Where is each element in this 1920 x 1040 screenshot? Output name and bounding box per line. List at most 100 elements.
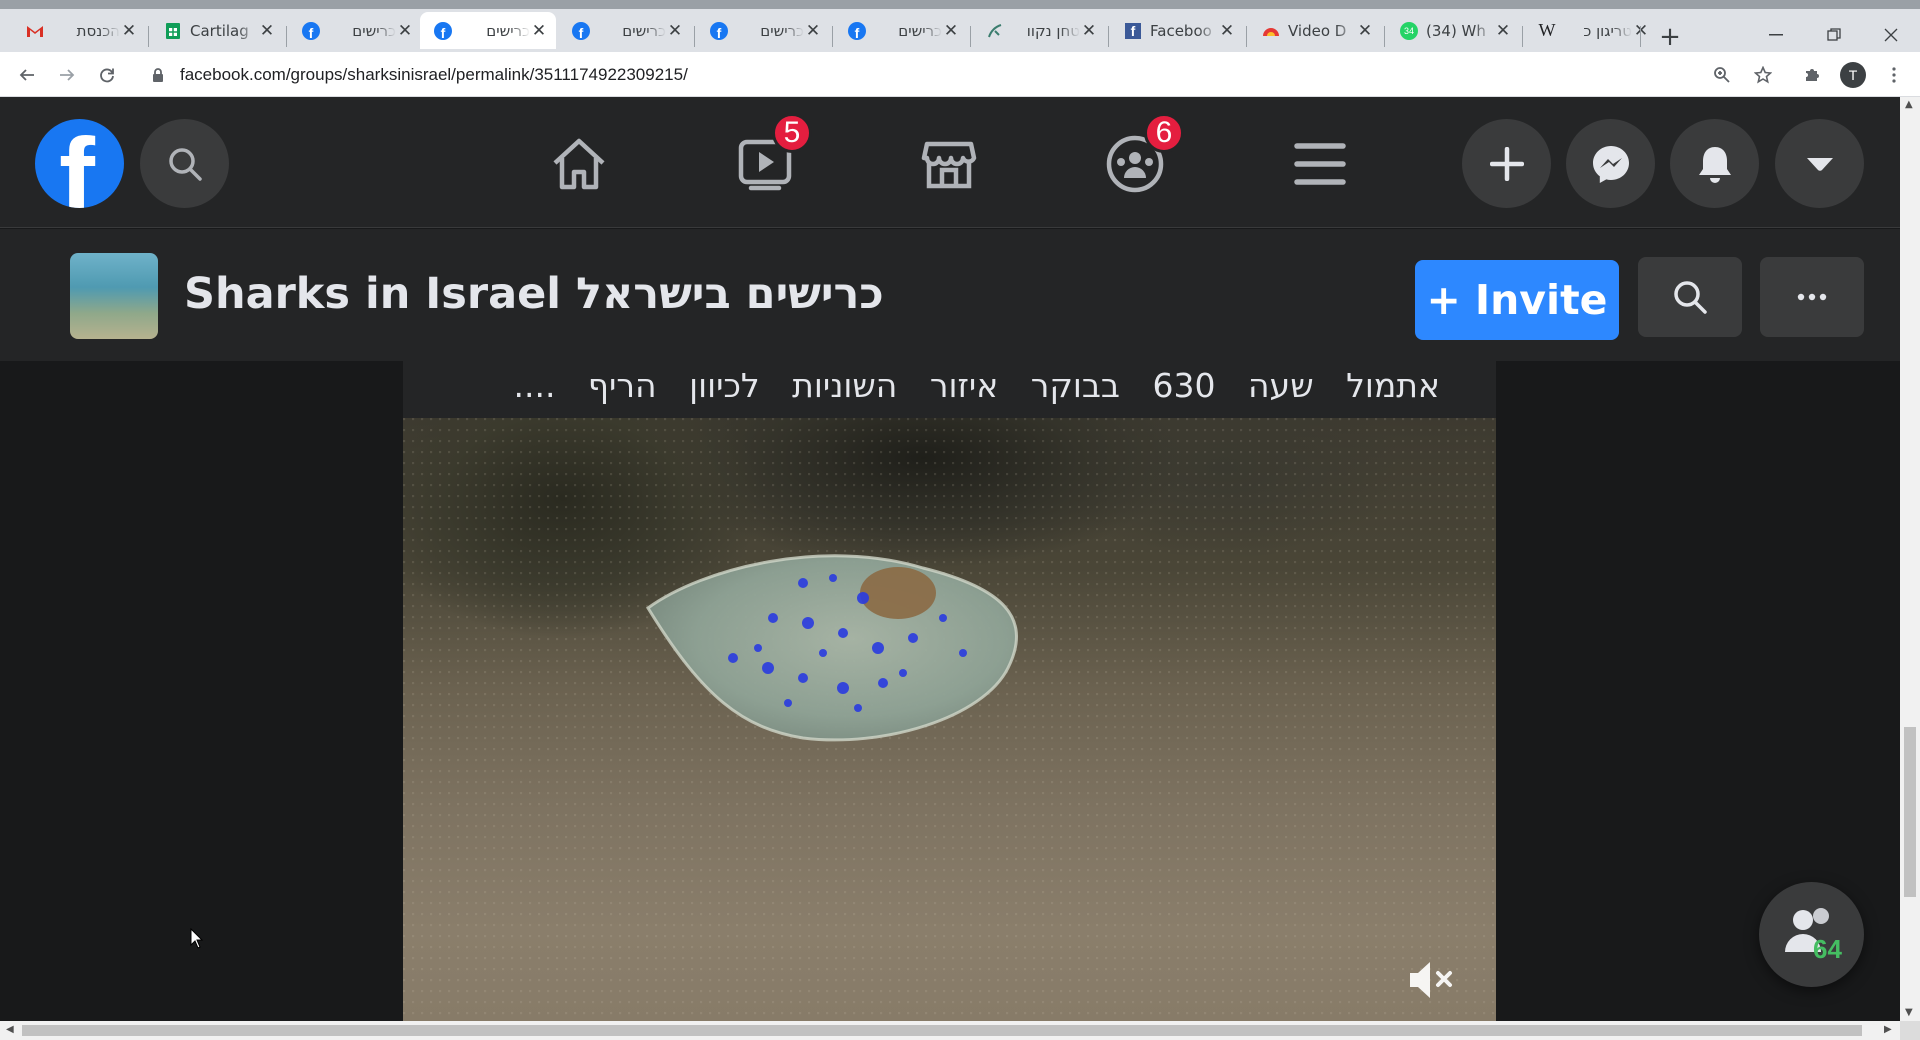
tab-app[interactable]: טחן נקוו ✕ — [972, 12, 1106, 49]
tab-title: טריגון כ — [1583, 21, 1632, 40]
facebook-logo[interactable]: f — [35, 119, 124, 208]
facebook-icon: f — [572, 21, 590, 40]
people-icon — [1785, 908, 1829, 952]
forward-icon[interactable] — [53, 61, 81, 89]
marketplace-tab[interactable] — [912, 127, 986, 201]
tab-cartilage[interactable]: Cartilag ✕ — [150, 12, 284, 49]
tab-separator — [148, 26, 149, 47]
vertical-scroll-thumb[interactable] — [1904, 727, 1916, 897]
tab-title: הכנסת — [76, 21, 120, 40]
tab-gmail[interactable]: הכנסת ✕ — [12, 12, 146, 49]
wikipedia-icon: W — [1538, 20, 1556, 40]
chrome-menu-icon[interactable] — [1882, 63, 1906, 87]
whatsapp-icon: 34 — [1400, 21, 1418, 40]
restore-icon[interactable] — [1805, 19, 1863, 51]
url-text: facebook.com/groups/sharksinisrael/perma… — [180, 64, 688, 84]
tab-sharks-active[interactable]: f כרישים ✕ — [420, 12, 556, 49]
close-icon[interactable]: ✕ — [530, 21, 548, 41]
create-button[interactable] — [1462, 119, 1551, 208]
messenger-icon — [1592, 145, 1629, 183]
tab-separator — [694, 26, 695, 47]
invite-button[interactable]: + Invite — [1415, 260, 1619, 340]
caret-down-icon — [1806, 157, 1833, 171]
tab-separator — [1522, 26, 1523, 47]
account-menu-button[interactable] — [1775, 119, 1864, 208]
minimize-icon[interactable] — [1747, 19, 1805, 51]
scroll-right-arrow-icon[interactable]: ▶ — [1884, 1024, 1892, 1035]
new-members-button[interactable]: 64 — [1759, 882, 1864, 987]
tab-whatsapp[interactable]: 34 (34) Wh ✕ — [1386, 12, 1520, 49]
bell-icon — [1698, 146, 1731, 183]
facebook-square-icon: f — [1124, 22, 1142, 40]
tab-title: טחן נקוו — [1026, 21, 1080, 40]
feed-area: אתמול שעה 630 בבוקר איזור השוניות לכיוון… — [0, 361, 1900, 1021]
tab-strip: הכנסת ✕ Cartilag ✕ f כרישים ✕ f כרישים ✕… — [0, 9, 1920, 52]
tab-sharks-1[interactable]: f כרישים ✕ — [288, 12, 422, 49]
search-button[interactable] — [140, 119, 229, 208]
extensions-puzzle-icon[interactable] — [1800, 63, 1824, 87]
plus-icon — [1489, 146, 1524, 181]
tab-wikipedia[interactable]: W טריגון כ ✕ — [1524, 12, 1658, 49]
menu-tab[interactable] — [1283, 127, 1357, 201]
video-downloader-icon — [1262, 22, 1280, 40]
mute-icon[interactable] — [1406, 957, 1456, 1003]
search-icon — [1674, 281, 1707, 314]
mouse-cursor-icon — [190, 928, 204, 949]
tab-title: כרישים — [760, 21, 804, 40]
close-icon[interactable]: ✕ — [1080, 21, 1098, 41]
close-window-icon[interactable] — [1862, 19, 1920, 51]
home-tab[interactable] — [542, 127, 616, 201]
lock-icon — [153, 67, 163, 82]
group-search-button[interactable] — [1638, 257, 1742, 337]
post-card: אתמול שעה 630 בבוקר איזור השוניות לכיוון… — [403, 361, 1496, 1021]
home-icon — [553, 138, 605, 190]
watch-notification-badge: 5 — [772, 113, 812, 153]
close-icon[interactable]: ✕ — [1218, 21, 1236, 41]
horizontal-scrollbar[interactable]: ◀ ▶ — [0, 1021, 1900, 1040]
scroll-left-arrow-icon[interactable]: ◀ — [6, 1024, 14, 1035]
group-more-button[interactable] — [1760, 257, 1864, 337]
tab-sharks-5[interactable]: f כרישים ✕ — [834, 12, 968, 49]
close-icon[interactable]: ✕ — [804, 21, 822, 41]
profile-avatar[interactable]: T — [1840, 62, 1866, 88]
close-icon[interactable]: ✕ — [942, 21, 960, 41]
close-icon[interactable]: ✕ — [1494, 21, 1512, 41]
reload-icon[interactable] — [93, 61, 121, 89]
tab-video-downloader[interactable]: Video D ✕ — [1248, 12, 1382, 49]
close-icon[interactable]: ✕ — [1356, 21, 1374, 41]
back-icon[interactable] — [13, 61, 41, 89]
hamburger-menu-icon — [1294, 143, 1346, 185]
post-video[interactable] — [403, 418, 1496, 1021]
scroll-down-arrow-icon[interactable]: ▼ — [1905, 1007, 1913, 1018]
new-tab-button[interactable]: + — [1655, 22, 1685, 52]
tab-separator — [286, 26, 287, 47]
tab-title: כרישים — [352, 21, 396, 40]
close-icon[interactable]: ✕ — [1632, 21, 1650, 41]
tab-title: Video D — [1288, 21, 1347, 40]
horizontal-scroll-thumb[interactable] — [22, 1025, 1862, 1036]
tab-title: Faceboo — [1150, 21, 1212, 40]
facebook-icon: f — [710, 21, 728, 40]
watch-tab[interactable]: 5 — [728, 113, 812, 201]
scroll-up-arrow-icon[interactable]: ▲ — [1905, 99, 1913, 110]
close-icon[interactable]: ✕ — [396, 21, 414, 41]
zoom-icon[interactable] — [1710, 63, 1734, 87]
groups-tab[interactable]: 6 — [1098, 113, 1184, 201]
vertical-scrollbar[interactable]: ▲ ▼ — [1900, 97, 1920, 1021]
tab-title: כרישים — [486, 21, 530, 40]
tab-sharks-4[interactable]: f כרישים ✕ — [696, 12, 830, 49]
tab-sharks-3[interactable]: f כרישים ✕ — [558, 12, 692, 49]
gmail-icon — [26, 22, 44, 40]
close-icon[interactable]: ✕ — [666, 21, 684, 41]
group-name[interactable]: Sharks in Israel כרישים בישראל — [184, 269, 884, 319]
group-cover-thumbnail[interactable] — [70, 253, 158, 339]
bookmark-star-icon[interactable] — [1751, 63, 1775, 87]
window-top-strip — [0, 0, 1920, 9]
messenger-button[interactable] — [1566, 119, 1655, 208]
close-icon[interactable]: ✕ — [258, 21, 276, 41]
browser-toolbar: facebook.com/groups/sharksinisrael/perma… — [0, 52, 1920, 97]
tab-facebook[interactable]: f Faceboo ✕ — [1110, 12, 1244, 49]
notifications-button[interactable] — [1670, 119, 1759, 208]
close-icon[interactable]: ✕ — [120, 21, 138, 41]
address-bar[interactable]: facebook.com/groups/sharksinisrael/perma… — [140, 56, 1765, 93]
